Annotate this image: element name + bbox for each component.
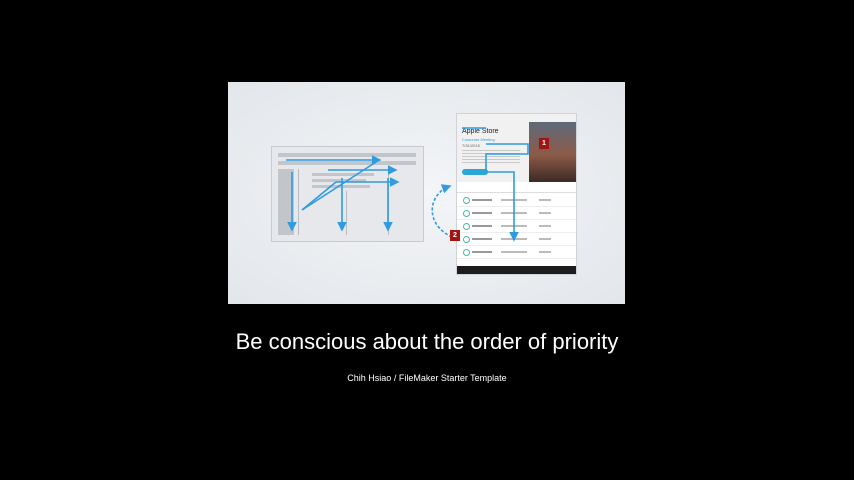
slide-illustration: Apple Store Customer Meeting 7/31/2015 1…	[228, 82, 625, 304]
reading-flow-arrows	[286, 127, 529, 242]
badge-1: 1	[539, 138, 549, 149]
badge-2: 2	[450, 230, 460, 241]
slide-credit: Chih Hsiao / FileMaker Starter Template	[347, 373, 507, 383]
slide-caption: Be conscious about the order of priority	[235, 329, 619, 354]
